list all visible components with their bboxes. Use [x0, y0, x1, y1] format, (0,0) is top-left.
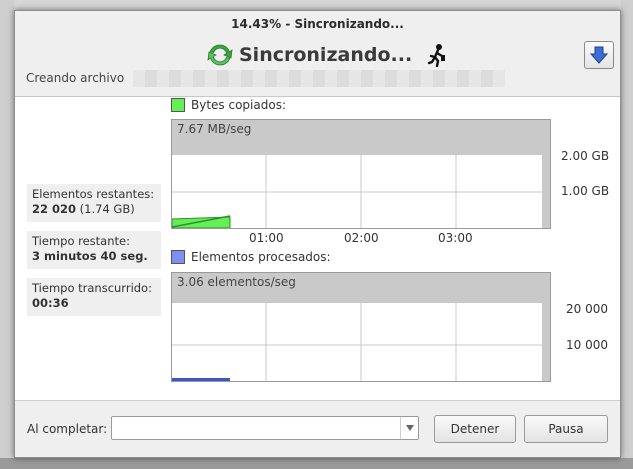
items-ytick-10000: 10 000	[566, 338, 608, 352]
footer-bar: Al completar: Detener Pausa	[15, 400, 620, 457]
items-legend: Elementos procesados:	[171, 250, 331, 264]
items-legend-label: Elementos procesados:	[191, 250, 331, 264]
items-plot-area	[172, 303, 542, 381]
background-bottom	[0, 458, 633, 469]
bytes-graph-plot	[172, 155, 542, 228]
sync-progress-dialog: 14.43% - Sincronizando... Sincronizando.…	[14, 10, 621, 458]
bytes-ytick-2gb: 2.00 GB	[561, 149, 610, 163]
time-elapsed-label: Tiempo transcurrido:	[32, 281, 152, 295]
items-legend-swatch	[171, 250, 185, 264]
items-ytick-20000: 20 000	[566, 302, 608, 316]
header-area: Sincronizando... Creando archivo	[15, 37, 620, 97]
items-rate: 3.06 elementos/seg	[177, 275, 296, 289]
background-left	[0, 0, 14, 469]
stop-button[interactable]: Detener	[434, 415, 516, 443]
time-elapsed-box: Tiempo transcurrido: 00:36	[27, 278, 161, 316]
time-remaining-value: 3 minutos 40 seg.	[32, 249, 148, 263]
status-text: Sincronizando...	[239, 44, 413, 66]
items-remaining-box: Elementos restantes: 22 020 (1.74 GB)	[27, 184, 161, 222]
background-window	[0, 0, 633, 10]
items-graph-plot	[172, 303, 542, 381]
bytes-legend: Bytes copiados:	[171, 98, 286, 112]
bytes-xtick-0300: 03:00	[438, 231, 473, 245]
sync-icon	[207, 44, 233, 66]
title-bar[interactable]: 14.43% - Sincronizando...	[15, 11, 620, 37]
pause-button[interactable]: Pausa	[524, 415, 608, 443]
header-separator	[15, 96, 620, 97]
bytes-legend-label: Bytes copiados:	[191, 98, 286, 112]
on-completion-label: Al completar:	[27, 422, 108, 436]
on-completion-combo[interactable]	[111, 416, 419, 440]
time-remaining-box: Tiempo restante: 3 minutos 40 seg.	[27, 231, 161, 269]
items-graph: 3.06 elementos/seg	[171, 272, 551, 382]
background-right	[621, 0, 633, 469]
creating-file-label: Creando archivo	[26, 71, 125, 85]
walker-icon	[427, 44, 446, 67]
items-area-series	[172, 378, 230, 381]
combo-dropdown-arrow[interactable]	[400, 417, 418, 439]
arrow-down-icon	[589, 46, 609, 64]
bytes-legend-swatch	[171, 98, 185, 112]
time-elapsed-value: 00:36	[32, 296, 69, 310]
bytes-rate: 7.67 MB/seg	[177, 122, 252, 136]
time-remaining-label: Tiempo restante:	[32, 234, 130, 248]
items-remaining-value: 22 020	[32, 202, 77, 216]
bytes-ytick-1gb: 1.00 GB	[561, 184, 610, 198]
bytes-xtick-0200: 02:00	[344, 231, 379, 245]
items-remaining-size: (1.74 GB)	[79, 202, 135, 216]
items-remaining-label: Elementos restantes:	[32, 187, 155, 201]
bytes-xtick-0100: 01:00	[249, 231, 284, 245]
status-title: Sincronizando...	[207, 41, 448, 69]
details-toggle-button[interactable]	[584, 41, 614, 69]
bytes-graph: 7.67 MB/seg	[171, 119, 551, 229]
creating-file-path	[133, 70, 505, 87]
chevron-down-icon	[405, 425, 414, 431]
window-title: 14.43% - Sincronizando...	[231, 17, 404, 31]
bytes-area-series	[172, 216, 231, 228]
